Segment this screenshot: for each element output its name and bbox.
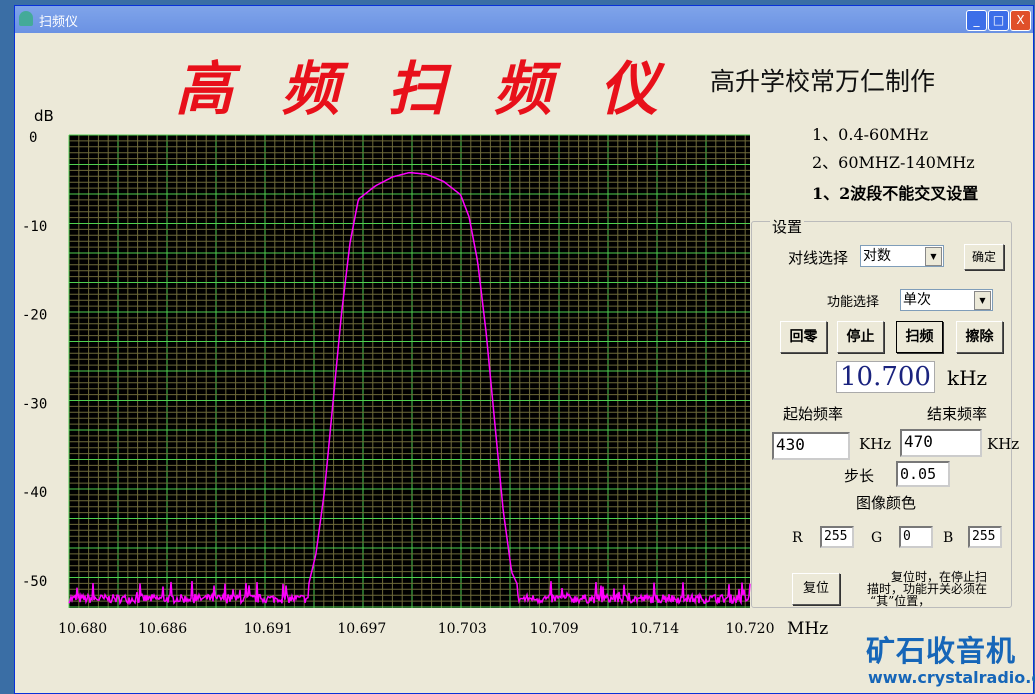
b-input[interactable]: 255 xyxy=(968,526,1002,548)
watermark-logo: 矿石收音机 xyxy=(866,634,1017,668)
start-frequency-input[interactable]: 430 xyxy=(772,432,850,460)
zero-button[interactable]: 回零 xyxy=(780,321,827,353)
x-tick-label: 10.680 xyxy=(58,621,107,637)
b-label: B xyxy=(943,530,954,546)
x-tick-label: 10.709 xyxy=(530,621,579,637)
x-axis-label: MHz xyxy=(787,619,828,639)
y-tick-label: -30 xyxy=(22,396,47,412)
x-tick-label: 10.714 xyxy=(630,621,679,637)
y-tick-label: -50 xyxy=(22,574,47,590)
end-unit: KHz xyxy=(987,435,1020,453)
hint-line-3: “其”位置， xyxy=(870,594,931,608)
x-tick-label: 10.703 xyxy=(438,621,487,637)
x-tick-label: 10.697 xyxy=(337,621,386,637)
frequency-readout: 10.700 xyxy=(836,361,935,393)
chevron-down-icon[interactable]: ▼ xyxy=(974,291,991,310)
g-label: G xyxy=(871,530,883,546)
step-label: 步长 xyxy=(844,467,875,485)
end-frequency-input[interactable]: 470 xyxy=(900,429,982,457)
step-input[interactable]: 0.05 xyxy=(896,461,950,487)
y-tick-label: -10 xyxy=(22,219,47,235)
y-tick-label: -20 xyxy=(22,308,47,324)
scale-value: 对数 xyxy=(863,248,891,264)
chevron-down-icon[interactable]: ▼ xyxy=(925,247,942,266)
readout-unit: kHz xyxy=(947,366,988,390)
g-input[interactable]: 0 xyxy=(899,526,933,548)
end-frequency-label: 结束频率 xyxy=(927,405,988,423)
function-select[interactable]: 单次 ▼ xyxy=(900,289,993,311)
y-axis-label: dB xyxy=(34,107,54,125)
sweep-button[interactable]: 扫频 xyxy=(896,321,943,353)
r-input[interactable]: 255 xyxy=(820,526,854,548)
stop-button[interactable]: 停止 xyxy=(837,321,884,353)
x-tick-label: 10.691 xyxy=(244,621,293,637)
scale-label: 对线选择 xyxy=(788,249,849,267)
function-label: 功能选择 xyxy=(827,295,880,310)
image-color-label: 图像颜色 xyxy=(856,494,917,512)
settings-group-label: 设置 xyxy=(770,216,805,237)
r-label: R xyxy=(792,530,803,546)
y-tick-label: -40 xyxy=(22,485,47,501)
function-value: 单次 xyxy=(903,292,931,308)
reset-button[interactable]: 复位 xyxy=(792,573,840,605)
x-tick-label: 10.720 xyxy=(726,621,775,637)
start-unit: KHz xyxy=(859,435,892,453)
x-tick-label: 10.686 xyxy=(138,621,187,637)
confirm-button[interactable]: 确定 xyxy=(964,244,1004,270)
erase-button[interactable]: 擦除 xyxy=(956,321,1003,353)
scale-select[interactable]: 对数 ▼ xyxy=(860,245,944,267)
y-tick-label: 0 xyxy=(29,130,37,146)
watermark-url: www.crystalradio.cn xyxy=(868,668,1035,687)
start-frequency-label: 起始频率 xyxy=(783,405,844,423)
